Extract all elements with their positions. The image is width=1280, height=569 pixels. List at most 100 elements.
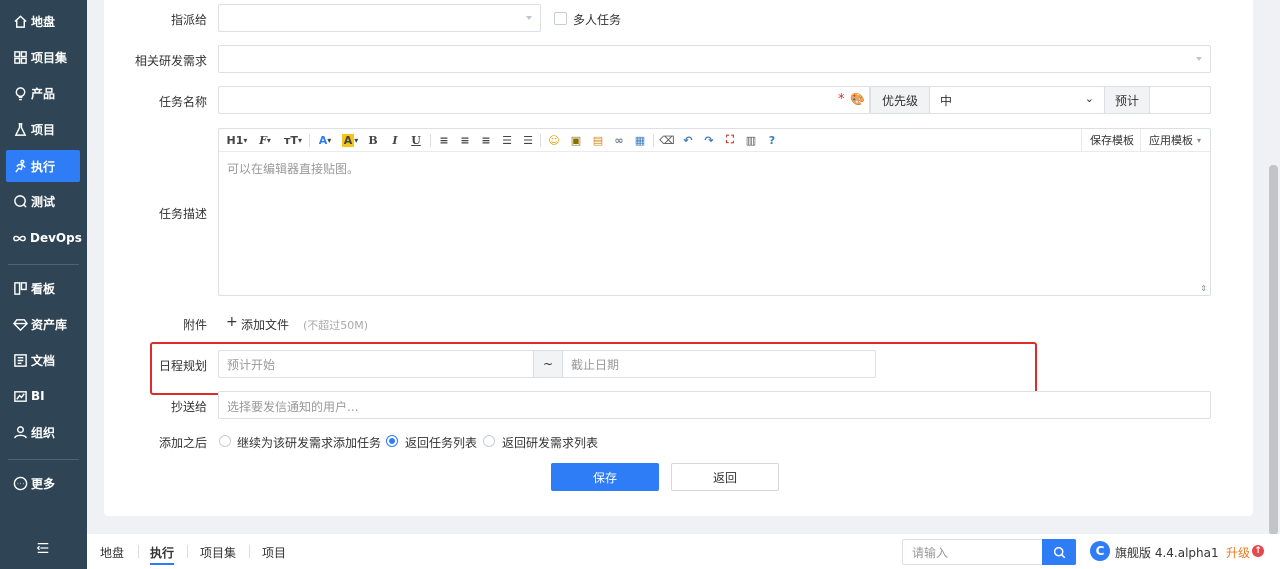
- task-name-input[interactable]: [218, 86, 870, 114]
- sidebar-item-assetlib[interactable]: 资产库: [6, 308, 80, 340]
- upgrade-link[interactable]: 升级: [1226, 544, 1250, 561]
- media-icon[interactable]: ▤: [591, 132, 605, 148]
- assign-select[interactable]: [218, 4, 541, 32]
- back-to-task-list-radio[interactable]: [386, 435, 398, 447]
- breadcrumb-separator: [138, 545, 139, 558]
- attachment-label: 附件: [182, 318, 207, 332]
- underline-button[interactable]: U: [410, 132, 422, 148]
- apply-template-button[interactable]: 应用模板 ▾: [1140, 129, 1209, 151]
- sidebar-item-doc[interactable]: 文档: [6, 344, 80, 376]
- sidebar-item-bi[interactable]: BI: [6, 380, 80, 412]
- eraser-icon[interactable]: ⌫: [659, 132, 675, 148]
- font-family-button[interactable]: F ▾: [255, 132, 275, 148]
- priority-select[interactable]: 中 ⌄: [929, 86, 1105, 114]
- link-icon[interactable]: ∞: [612, 132, 626, 148]
- sidebar-item-execution[interactable]: 执行: [6, 150, 80, 182]
- home-icon: [12, 13, 28, 29]
- toolbar-separator: [653, 134, 654, 147]
- estimate-input[interactable]: [1149, 86, 1211, 114]
- ordered-list-icon[interactable]: ☰: [500, 132, 514, 148]
- people-icon: [12, 424, 28, 440]
- rich-text-editor[interactable]: H1 ▾ F ▾ тT ▾ A ▾ A ▾ B I U ≡ ≡ ≡ ☰ ☰ ☺ ▣ ▤ ∞…: [218, 128, 1211, 296]
- font-size-button[interactable]: тT ▾: [282, 132, 304, 148]
- align-left-icon[interactable]: ≡: [437, 132, 451, 148]
- search-input[interactable]: 请输入: [902, 539, 1044, 565]
- more-icon: [12, 475, 28, 491]
- search-bug-icon: [12, 193, 28, 209]
- bg-color-button[interactable]: A ▾: [340, 132, 360, 148]
- image-icon[interactable]: ▣: [569, 132, 583, 148]
- sidebar-item-label: 执行: [31, 159, 56, 174]
- chart-icon: [12, 388, 28, 404]
- breadcrumb-project[interactable]: 项目: [262, 544, 286, 561]
- cc-input[interactable]: 选择要发信通知的用户...: [218, 391, 1211, 419]
- back-to-story-list-radio[interactable]: [483, 435, 495, 447]
- task-name-label: 任务名称: [158, 95, 207, 109]
- sidebar-item-devops[interactable]: DevOps: [6, 222, 82, 254]
- sidebar-item-project[interactable]: 项目: [6, 113, 80, 145]
- sidebar-item-label: 地盘: [31, 14, 56, 29]
- emoji-icon[interactable]: ☺: [547, 132, 561, 148]
- search-button[interactable]: [1042, 539, 1076, 565]
- save-template-button[interactable]: 保存模板: [1081, 129, 1142, 151]
- redo-icon[interactable]: ↷: [702, 132, 716, 148]
- breadcrumb-separator: [187, 545, 188, 558]
- chevron-down-icon: [1196, 57, 1202, 61]
- font-color-button[interactable]: A ▾: [316, 132, 334, 148]
- sidebar-item-kanban[interactable]: 看板: [6, 272, 80, 304]
- heading-button[interactable]: H1 ▾: [226, 132, 248, 148]
- plus-icon[interactable]: +: [226, 314, 238, 330]
- resize-handle-icon[interactable]: ⇕: [1200, 284, 1207, 293]
- multi-task-checkbox[interactable]: [554, 12, 567, 25]
- save-button[interactable]: 保存: [551, 463, 659, 491]
- align-right-icon[interactable]: ≡: [479, 132, 493, 148]
- sidebar-item-dashboard[interactable]: 地盘: [6, 5, 80, 37]
- back-to-task-list-label[interactable]: 返回任务列表: [405, 434, 477, 451]
- sidebar-item-product[interactable]: 产品: [6, 77, 80, 109]
- footer-bar: 地盘 执行 项目集 项目 请输入 C 旗舰版 4.4.alpha1 升级 ↑: [87, 534, 1280, 569]
- sidebar-item-more[interactable]: 更多: [6, 467, 80, 499]
- breadcrumb-separator: [249, 545, 250, 558]
- sidebar-item-label: 文档: [31, 353, 56, 368]
- color-palette-icon[interactable]: 🎨: [850, 92, 865, 106]
- sidebar-item-label: 产品: [31, 86, 56, 101]
- search-icon: [1053, 546, 1065, 558]
- breadcrumb-execution[interactable]: 执行: [150, 544, 175, 565]
- menu-collapse-icon[interactable]: [36, 541, 52, 557]
- unordered-list-icon[interactable]: ☰: [521, 132, 535, 148]
- back-to-story-list-label[interactable]: 返回研发需求列表: [502, 434, 598, 451]
- sidebar-item-label: 项目集: [31, 50, 68, 65]
- page-scrollbar[interactable]: [1269, 165, 1278, 535]
- continue-add-radio[interactable]: [219, 435, 231, 447]
- toolbar-separator: [430, 134, 431, 147]
- breadcrumb-program[interactable]: 项目集: [200, 544, 236, 561]
- breadcrumb-dashboard[interactable]: 地盘: [100, 544, 124, 561]
- back-button[interactable]: 返回: [671, 463, 779, 491]
- add-file-button[interactable]: 添加文件: [241, 316, 289, 333]
- sidebar-item-program[interactable]: 项目集: [6, 41, 80, 73]
- italic-button[interactable]: I: [389, 132, 401, 148]
- sidebar-item-test[interactable]: 测试: [6, 185, 80, 217]
- undo-icon[interactable]: ↶: [681, 132, 695, 148]
- related-story-select[interactable]: [218, 45, 1211, 73]
- bold-button[interactable]: B: [367, 132, 379, 148]
- source-icon[interactable]: ▥: [744, 132, 758, 148]
- fullscreen-icon[interactable]: ⛶: [723, 132, 737, 148]
- infinity-icon: [12, 230, 27, 246]
- help-icon[interactable]: ?: [765, 132, 779, 148]
- align-center-icon[interactable]: ≡: [458, 132, 472, 148]
- upgrade-alert-icon: ↑: [1252, 545, 1264, 557]
- sidebar-item-label: 项目: [31, 122, 56, 137]
- table-icon[interactable]: ▦: [633, 132, 647, 148]
- after-add-label: 添加之后: [158, 436, 207, 450]
- related-story-label: 相关研发需求: [134, 54, 207, 68]
- run-icon: [12, 158, 28, 174]
- sidebar-item-org[interactable]: 组织: [6, 416, 80, 448]
- sidebar-item-label: 更多: [31, 476, 56, 491]
- sidebar-divider: [8, 264, 79, 265]
- description-label: 任务描述: [158, 207, 207, 221]
- continue-add-label[interactable]: 继续为该研发需求添加任务: [237, 434, 381, 451]
- multi-task-label: 多人任务: [573, 13, 622, 27]
- flask-icon: [12, 121, 28, 137]
- sidebar-divider: [8, 459, 79, 460]
